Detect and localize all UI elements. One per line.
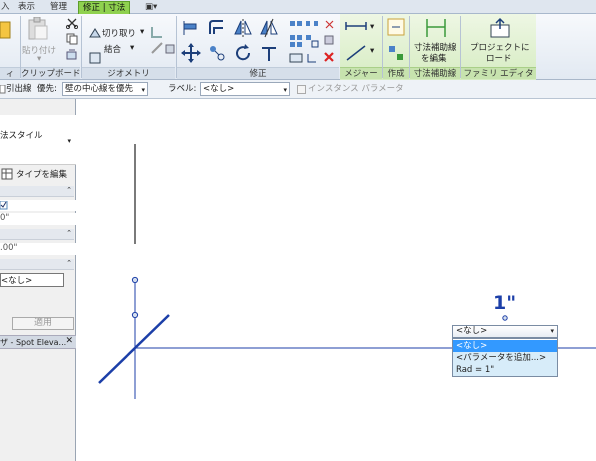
panel-label-dim-aux: 寸法補助線 [410,67,460,79]
prop-group-header-3[interactable]: ⌃ [0,259,74,270]
join-geometry-label[interactable]: 結合 [104,43,121,55]
cut-geometry-label[interactable]: 切り取り [102,27,136,39]
match-type-icon[interactable] [66,49,78,61]
demolish-icon[interactable] [150,41,164,55]
partial-tool-icon[interactable] [0,18,14,44]
array-icon[interactable] [289,34,303,48]
edit-type-label: タイプを編集 [16,170,68,180]
ribbon: ィ 貼り付け ▾ クリップボード 切り取り ▾ 結合 ▾ ジオメトリ 修正 ▾ … [0,14,596,80]
split-with-gap-icon[interactable] [305,19,319,29]
align-icon[interactable] [181,18,201,38]
edit-type-icon [1,168,13,180]
tab-modify-dimensions[interactable]: 修正 | 寸法 [78,1,131,14]
label-param-field[interactable]: <なし> [0,273,64,287]
join-geometry-icon[interactable] [89,52,101,64]
project-browser-title: ザ - Spot Eleva... [0,338,67,347]
copy-element-icon[interactable] [207,43,227,63]
offset-icon[interactable] [207,18,227,38]
grip-mid[interactable] [131,311,139,319]
cut-scissors-icon[interactable] [66,17,78,29]
close-icon[interactable]: ✕ [65,336,73,346]
mirror-pick-axis-icon[interactable] [233,18,253,38]
prop-group-header-1[interactable]: ⌃ [0,186,74,197]
panel-label-family-editor: ファミリ エディタ [461,67,536,79]
scale-icon[interactable] [305,34,319,48]
edit-witness-lines-label-2[interactable]: を編集 [421,52,447,64]
wall-joins-icon[interactable] [150,25,164,39]
project-browser-header: ザ - Spot Eleva... ✕ [0,335,76,349]
label-dropdown-header[interactable]: <なし> ▾ [452,325,558,338]
prefer-select[interactable]: 壁の中心線を優先 ▾ [62,82,148,96]
copy-icon[interactable] [66,33,78,45]
paste-icon[interactable] [26,17,50,41]
paint-icon[interactable] [164,43,176,55]
panel-label-clipboard: クリップボード [21,67,80,79]
pin-icon[interactable] [323,34,335,46]
diagonal-dimension-line [98,314,170,384]
options-bar: 引出線 優先: 壁の中心線を優先 ▾ ラベル: <なし> ▾ インスタンス パラメー… [0,80,596,99]
dropdown-option-none[interactable]: <なし> [453,340,557,352]
measure-between-refs-icon[interactable] [345,20,367,32]
type-selector[interactable]: 法スタイル ▾ [0,115,76,165]
panel-label-modify: 修正 [177,67,339,79]
prop-value-1[interactable]: 0" [0,213,76,225]
cope-icon[interactable] [89,27,101,39]
grip-top[interactable] [131,276,139,284]
create-similar-icon[interactable] [386,17,408,39]
label-select[interactable]: <なし> ▾ [200,82,290,96]
trim-extend-icon[interactable] [259,43,279,63]
create-group-icon[interactable] [386,44,408,64]
checkbox-row[interactable] [0,200,76,211]
instance-param-checkbox[interactable] [297,85,307,95]
chevron-down-icon: ▾ [550,327,554,335]
tab-extra-dropdown[interactable]: ▣▾ [145,1,157,14]
panel-label-partial: ィ [0,67,20,79]
dimension-text-grip[interactable] [502,315,508,321]
join-geometry-chevron-icon[interactable]: ▾ [130,43,134,53]
dropdown-option-rad[interactable]: Rad = 1" [453,364,557,376]
label-label: ラベル: [168,84,197,94]
load-into-project-icon[interactable] [489,17,511,39]
move-icon[interactable] [181,43,201,63]
panel-label-measure: メジャー [340,67,382,79]
prefer-label: 優先: [37,84,57,94]
cut-geometry-chevron-icon[interactable]: ▾ [140,27,144,37]
mirror-draw-axis-icon[interactable] [259,18,279,38]
dimension-value[interactable]: 1" [493,292,516,314]
drawing-canvas[interactable]: 1" [78,99,596,461]
unpin-element-icon[interactable] [305,51,319,65]
type-name: 法スタイル [0,131,43,141]
tab-manage[interactable]: 管理 [50,1,67,14]
unpin-icon[interactable] [323,19,335,31]
rotate-icon[interactable] [233,43,253,63]
edit-witness-lines-icon[interactable] [424,17,448,39]
label-dropdown-list: <なし> <パラメータを追加...> Rad = 1" [452,338,558,377]
load-into-project-label-2[interactable]: ロード [486,52,512,64]
label-dropdown[interactable]: <なし> ▾ <なし> <パラメータを追加...> Rad = 1" [452,325,558,377]
delete-icon[interactable] [323,51,335,63]
instance-param-label: インスタンス パラメータ [308,84,404,94]
prop-value-2[interactable]: .00" [0,243,76,255]
edit-type-row[interactable]: タイプを編集 [0,167,76,181]
split-icon[interactable] [289,51,303,65]
prop-group-header-2[interactable]: ⌃ [0,229,74,240]
apply-button[interactable]: 適用 [12,317,74,330]
leader-label: 引出線 [6,84,32,94]
tab-insert[interactable]: 入 [1,1,10,14]
panel-label-geometry: ジオメトリ [82,67,175,79]
dropdown-option-add-parameter[interactable]: <パラメータを追加...> [453,352,557,364]
drawing-geometry [98,144,596,399]
split-element-icon[interactable] [289,19,303,29]
prop-checkbox[interactable] [0,201,8,210]
panel-label-create: 作成 [383,67,409,79]
type-selector-chevron-icon: ▾ [67,137,71,145]
ribbon-tab-bar: 入 表示 管理 修正 | 寸法 ▣▾ [0,0,596,14]
properties-panel: 法スタイル ▾ タイプを編集 ⌃ 0" ⌃ .00" ⌃ <なし> 適用 ザ -… [0,99,76,461]
tab-view[interactable]: 表示 [18,1,35,14]
measure-along-element-icon[interactable] [345,44,367,62]
